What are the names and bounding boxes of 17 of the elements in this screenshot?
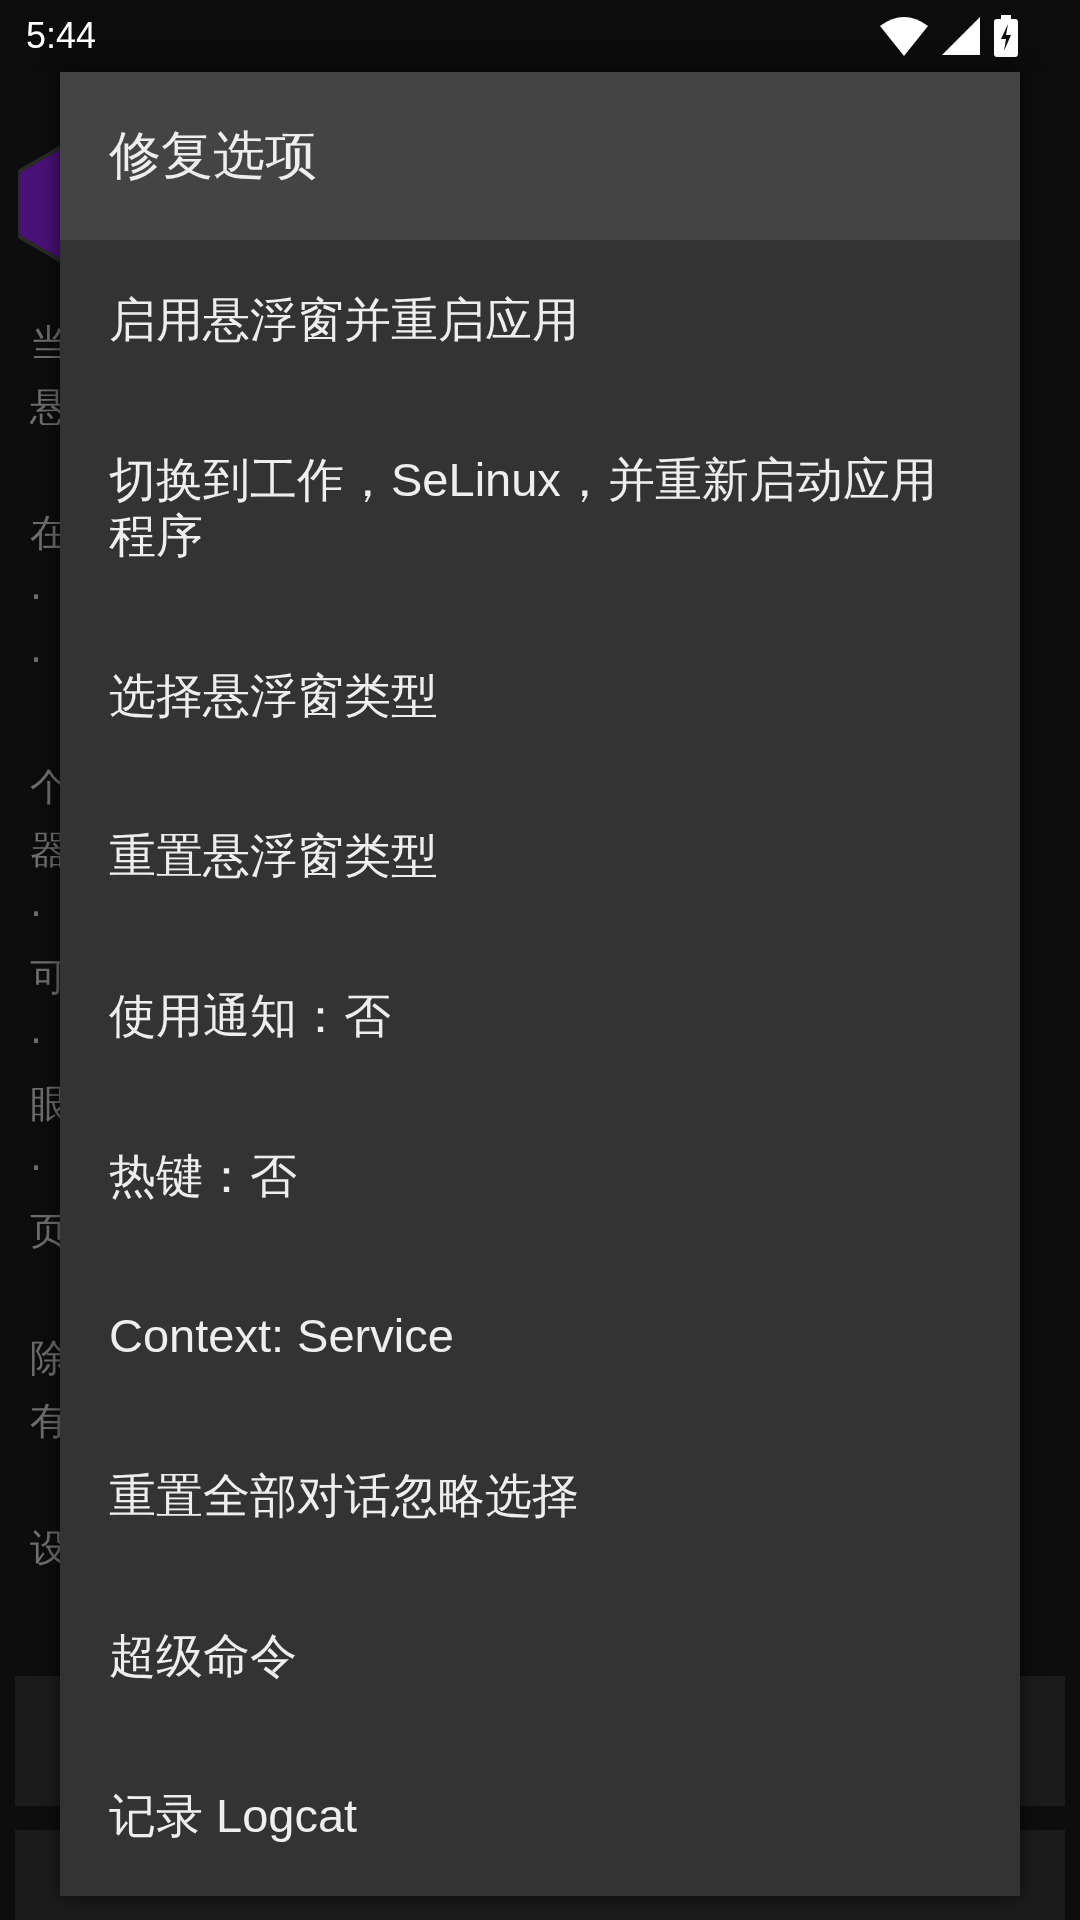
background-text: · [30,890,43,938]
battery-charging-icon [994,15,1018,57]
menu-item[interactable]: 启用悬浮窗并重启应用 [60,240,1020,400]
menu-item[interactable]: 热键：否 [60,1096,1020,1256]
menu-item[interactable]: 记录 Logcat [60,1736,1020,1896]
dialog-title: 修复选项 [60,72,1020,240]
wifi-icon [880,16,928,56]
background-text: · [30,1017,43,1065]
menu-item[interactable]: 超级命令 [60,1576,1020,1736]
menu-item[interactable]: 重置悬浮窗类型 [60,776,1020,936]
background-text: · [30,637,43,684]
menu-item[interactable]: 选择悬浮窗类型 [60,616,1020,776]
menu-item[interactable]: 切换到工作，SeLinux，并重新启动应用程序 [60,400,1020,616]
signal-icon [942,17,980,55]
status-time: 5:44 [26,15,98,57]
background-text: · [30,1144,43,1192]
background-text: · [30,573,43,621]
